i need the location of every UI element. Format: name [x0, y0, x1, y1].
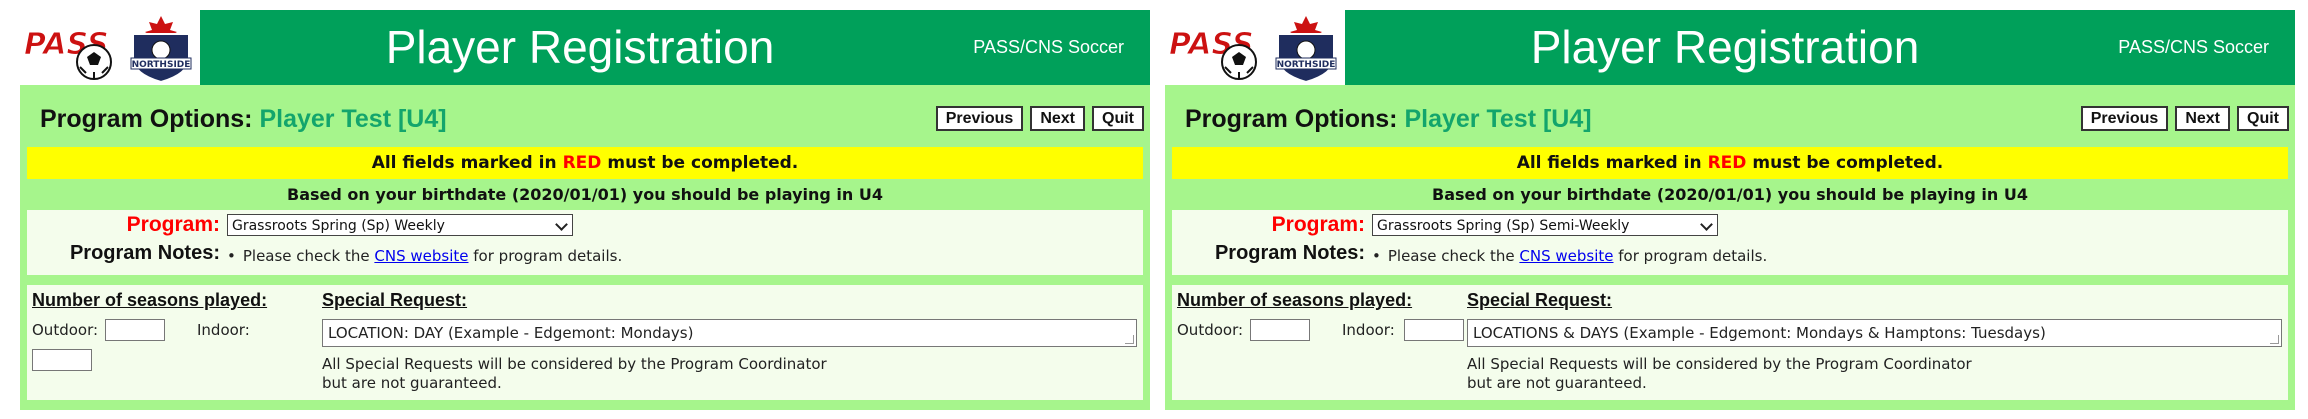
- special-note-line2: but are not guaranteed.: [1467, 374, 1647, 392]
- banner: Player Registration PASS/CNS Soccer: [200, 10, 1150, 85]
- logo-area: PASS NORTHSIDE: [1165, 10, 1345, 85]
- page: PASS NORTHSIDE Player Registration PASS/…: [0, 0, 2308, 419]
- page-title: Player Registration: [385, 21, 775, 73]
- logo-area: PASS NORTHSIDE: [20, 10, 200, 85]
- seasons-played-title: Number of seasons played:: [32, 290, 268, 310]
- birthdate-recommendation: Based on your birthdate (2020/01/01) you…: [287, 185, 883, 204]
- seasons-played-title: Number of seasons played:: [1177, 290, 1413, 310]
- banner: Player Registration PASS/CNS Soccer: [1345, 10, 2295, 85]
- special-request-note: All Special Requests will be considered …: [1467, 355, 1972, 393]
- special-request-placeholder: LOCATION: DAY (Example - Edgemont: Monda…: [328, 324, 694, 342]
- nav-buttons: Previous Next Quit: [2080, 106, 2289, 131]
- page-title: Player Registration: [1530, 21, 1920, 73]
- northside-crest-icon: NORTHSIDE: [1275, 16, 1337, 84]
- notice-prefix: All fields marked in: [1516, 153, 1702, 173]
- program-select[interactable]: Grassroots Spring (Sp) Weekly: [227, 214, 573, 236]
- special-request-title: Special Request:: [1467, 290, 1613, 310]
- special-request-title: Special Request:: [322, 290, 468, 310]
- program-selected-value: Grassroots Spring (Sp) Semi-Weekly: [1377, 218, 1630, 234]
- notes-prefix: Please check the: [1387, 247, 1515, 265]
- program-label: Program:: [126, 213, 220, 236]
- player-name: Player Test [U4]: [259, 105, 447, 133]
- program-notes-label: Program Notes:: [69, 242, 220, 264]
- indoor-seasons-input[interactable]: [1404, 319, 1464, 341]
- org-name: PASS/CNS Soccer: [973, 37, 1124, 57]
- chevron-down-icon: [1700, 218, 1713, 231]
- resize-grip-icon[interactable]: [2270, 335, 2279, 344]
- program-selected-value: Grassroots Spring (Sp) Weekly: [232, 218, 445, 234]
- program-section: Program: Grassroots Spring (Sp) Semi-Wee…: [1172, 210, 2288, 275]
- program-notes: • Please check the CNS website for progra…: [1372, 247, 1767, 265]
- notes-prefix: Please check the: [242, 247, 370, 265]
- special-request-input[interactable]: LOCATION: DAY (Example - Edgemont: Monda…: [322, 319, 1137, 347]
- registration-panel-weekly: PASS NORTHSIDE Player Registration PASS/…: [20, 10, 1150, 410]
- nav-buttons: Previous Next Quit: [935, 106, 1144, 131]
- bullet-icon: •: [1372, 247, 1381, 265]
- header: PASS NORTHSIDE Player Registration PASS/…: [1165, 10, 2295, 85]
- outdoor-seasons-input[interactable]: [105, 319, 165, 341]
- resize-grip-icon[interactable]: [1125, 335, 1134, 344]
- program-options-label: Program Options:: [40, 105, 253, 133]
- chevron-down-icon: [555, 218, 568, 231]
- quit-button[interactable]: Quit: [2237, 106, 2289, 131]
- special-request-placeholder: LOCATIONS & DAYS (Example - Edgemont: Mo…: [1473, 324, 2046, 342]
- outdoor-seasons-input[interactable]: [1250, 319, 1310, 341]
- form-body: Program Options: Player Test [U4] Previo…: [20, 85, 1150, 410]
- quit-button[interactable]: Quit: [1092, 106, 1144, 131]
- northside-crest-icon: NORTHSIDE: [130, 16, 192, 84]
- required-fields-notice: All fields marked in RED must be completed…: [27, 147, 1143, 179]
- special-request-note: All Special Requests will be considered …: [322, 355, 827, 393]
- notice-prefix: All fields marked in: [371, 153, 557, 173]
- indoor-label: Indoor:: [1342, 321, 1395, 339]
- org-name: PASS/CNS Soccer: [2118, 37, 2269, 57]
- header: PASS NORTHSIDE Player Registration PASS/…: [20, 10, 1150, 85]
- indoor-seasons-input[interactable]: [32, 349, 92, 371]
- northside-logo-text: NORTHSIDE: [1277, 60, 1336, 70]
- registration-panel-semi-weekly: PASS NORTHSIDE Player Registration PASS/…: [1165, 10, 2295, 410]
- program-notes: • Please check the CNS website for progra…: [227, 247, 622, 265]
- outdoor-label: Outdoor:: [1177, 321, 1244, 339]
- next-button[interactable]: Next: [2175, 106, 2230, 131]
- form-body: Program Options: Player Test [U4] Previo…: [1165, 85, 2295, 410]
- pass-logo-icon: PASS: [24, 27, 112, 80]
- program-options-label: Program Options:: [1185, 105, 1398, 133]
- cns-website-link[interactable]: CNS website: [1519, 247, 1613, 265]
- northside-logo-text: NORTHSIDE: [132, 60, 191, 70]
- special-note-line1: All Special Requests will be considered …: [1467, 355, 1972, 373]
- cns-website-link[interactable]: CNS website: [374, 247, 468, 265]
- bullet-icon: •: [227, 247, 236, 265]
- notice-red-word: RED: [562, 153, 602, 173]
- program-options-heading: Program Options: Player Test [U4]: [40, 105, 447, 134]
- outdoor-label: Outdoor:: [32, 321, 99, 339]
- notes-suffix: for program details.: [1618, 247, 1768, 265]
- program-select[interactable]: Grassroots Spring (Sp) Semi-Weekly: [1372, 214, 1718, 236]
- program-options-heading: Program Options: Player Test [U4]: [1185, 105, 1592, 134]
- program-label: Program:: [1271, 213, 1365, 236]
- indoor-label: Indoor:: [197, 321, 250, 339]
- notice-suffix: must be completed.: [607, 153, 799, 173]
- previous-button[interactable]: Previous: [2080, 106, 2169, 131]
- birthdate-recommendation: Based on your birthdate (2020/01/01) you…: [1432, 185, 2028, 204]
- previous-button[interactable]: Previous: [935, 106, 1024, 131]
- special-note-line2: but are not guaranteed.: [322, 374, 502, 392]
- program-section: Program: Grassroots Spring (Sp) Weekly P…: [27, 210, 1143, 275]
- program-notes-label: Program Notes:: [1214, 242, 1365, 264]
- seasons-section: Number of seasons played: Outdoor: Indoo…: [1172, 285, 2288, 400]
- notice-suffix: must be completed.: [1752, 153, 1944, 173]
- player-name: Player Test [U4]: [1404, 105, 1592, 133]
- special-note-line1: All Special Requests will be considered …: [322, 355, 827, 373]
- pass-logo-icon: PASS: [1169, 27, 1257, 80]
- notes-suffix: for program details.: [473, 247, 623, 265]
- next-button[interactable]: Next: [1030, 106, 1085, 131]
- required-fields-notice: All fields marked in RED must be completed…: [1172, 147, 2288, 179]
- seasons-section: Number of seasons played: Outdoor: Indoo…: [27, 285, 1143, 400]
- special-request-input[interactable]: LOCATIONS & DAYS (Example - Edgemont: Mo…: [1467, 319, 2282, 347]
- notice-red-word: RED: [1707, 153, 1747, 173]
